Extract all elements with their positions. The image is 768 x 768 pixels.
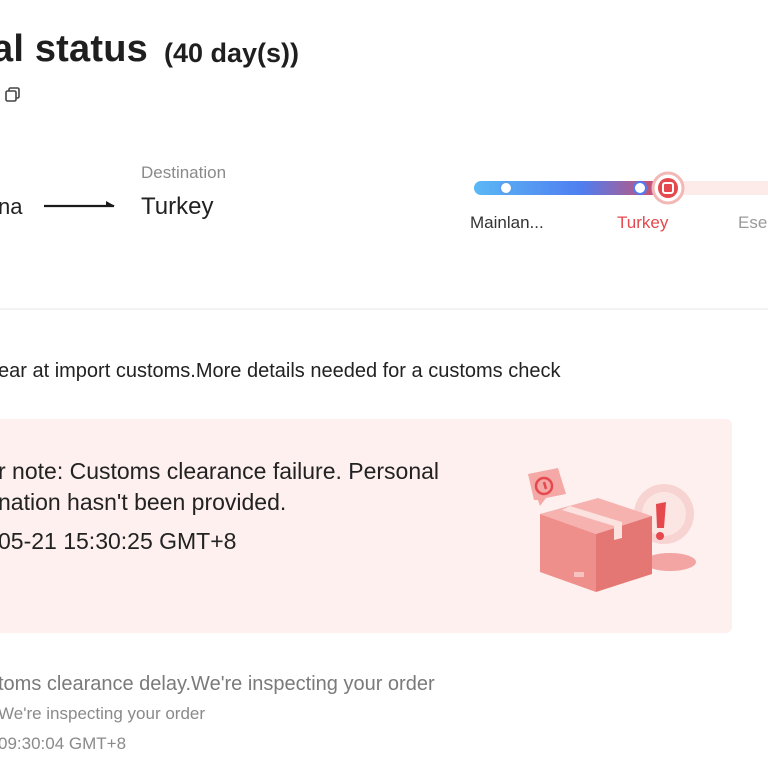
event-timestamp: 09:30:04 GMT+8 bbox=[0, 734, 127, 753]
section-divider bbox=[0, 308, 768, 310]
step-dot-mainland bbox=[499, 181, 513, 195]
shipment-progress-tracker: Mainlan... Turkey Esen bbox=[470, 160, 768, 250]
event-title: toms clearance delay.We're inspecting yo… bbox=[0, 673, 435, 695]
current-status-text: ear at import customs.More details neede… bbox=[0, 360, 561, 382]
step-label-next: Esen bbox=[738, 213, 768, 232]
step-dot-turkey-prev bbox=[633, 181, 647, 195]
destination-value: Turkey bbox=[141, 193, 214, 220]
arrow-right-icon bbox=[44, 201, 115, 208]
days-count: (40 day(s)) bbox=[164, 38, 300, 68]
current-step-dot bbox=[658, 178, 678, 198]
order-tracking-page: al status (40 day(s)) na Destination Tur… bbox=[0, 0, 768, 768]
page-title: al status bbox=[0, 28, 148, 70]
copy-icon[interactable] bbox=[4, 86, 22, 104]
alert-timestamp: 05-21 15:30:25 GMT+8 bbox=[0, 528, 237, 554]
origin-country: na bbox=[0, 194, 23, 219]
progress-track bbox=[474, 171, 768, 205]
customs-box-alert-illustration bbox=[528, 468, 696, 592]
step-label-mainland: Mainlan... bbox=[470, 213, 544, 232]
event-subtitle: We're inspecting your order bbox=[0, 704, 206, 723]
alert-note: r note: Customs clearance failure. Perso… bbox=[0, 458, 440, 515]
step-label-turkey: Turkey bbox=[617, 213, 669, 232]
destination-label: Destination bbox=[141, 163, 227, 182]
